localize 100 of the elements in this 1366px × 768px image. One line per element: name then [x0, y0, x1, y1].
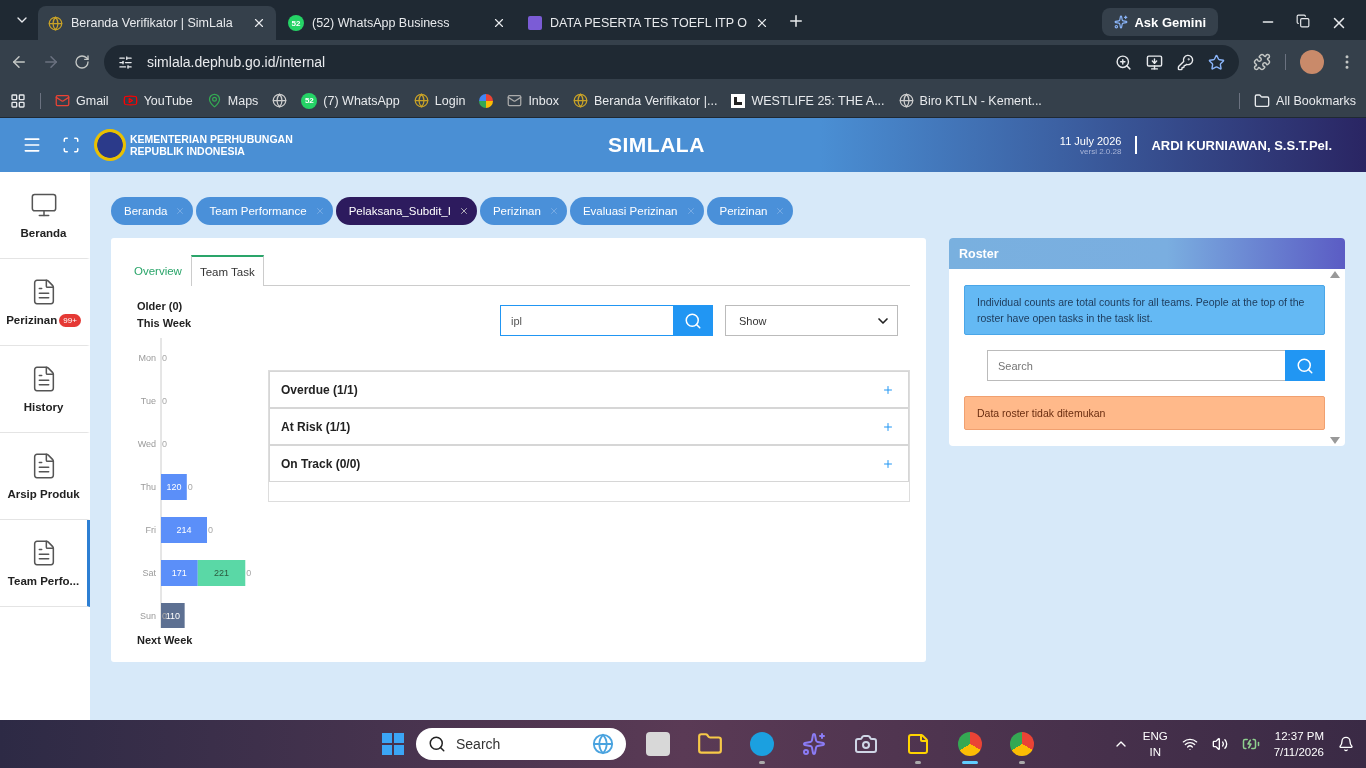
sidebar-item[interactable]: Perizinan 99+ [0, 259, 90, 346]
gemini-button[interactable]: Ask Gemini [1102, 8, 1218, 36]
close-icon[interactable] [492, 16, 506, 30]
bell-icon[interactable] [1338, 736, 1354, 752]
letter-icon [731, 93, 746, 108]
bookmark[interactable]: Gmail [55, 93, 109, 108]
tab-title: DATA PESERTA TES TOEFL ITP O [550, 16, 748, 30]
bookmark-label: Gmail [76, 93, 109, 108]
star-icon[interactable] [1208, 53, 1225, 71]
day-label: Fri [145, 525, 156, 535]
monitor-icon [29, 191, 58, 219]
window-icon [646, 732, 670, 756]
week-label: Next Week [137, 633, 194, 648]
clock-time[interactable]: 12:37 PM [1274, 728, 1324, 744]
sidebar-label: Arsip Produk [7, 488, 80, 500]
speaker-icon[interactable] [1211, 736, 1228, 752]
task-group-header[interactable]: At Risk (1/1) [269, 408, 909, 445]
bookmark[interactable]: YouTube [122, 93, 193, 108]
globe-icon [592, 733, 614, 755]
sidebar-item[interactable]: Arsip Produk [0, 433, 90, 520]
url-text: simlala.dephub.go.id/internal [147, 54, 327, 70]
show-select[interactable]: Show [725, 305, 898, 336]
site-settings-icon[interactable] [118, 54, 133, 70]
card-tab[interactable]: Team Task [190, 255, 264, 286]
mail-icon [55, 93, 70, 108]
region-text[interactable]: IN [1149, 744, 1161, 760]
browser-icon [958, 732, 982, 756]
bookmark-label: Login [434, 93, 466, 108]
back-icon[interactable] [10, 53, 28, 71]
bar [161, 517, 207, 543]
sidebar-item[interactable]: Beranda [0, 172, 90, 259]
sidebar-item[interactable]: Team Perfo... [0, 520, 90, 607]
group-title: At Risk (1/1) [281, 419, 351, 434]
restore-icon[interactable] [1296, 14, 1310, 28]
taskbar-search[interactable]: Search [416, 728, 626, 760]
org-country: REPUBLIK INDONESIA [130, 145, 246, 157]
install-icon[interactable] [1146, 53, 1163, 71]
bookmark-label: YouTube [143, 93, 193, 108]
search-field[interactable]: ipl [500, 305, 673, 336]
apps-icon[interactable] [10, 92, 26, 109]
emblem-logo [94, 129, 126, 161]
tab-title: (52) WhatsApp Business [312, 16, 451, 30]
fullscreen-icon[interactable] [62, 136, 80, 154]
browser-icon [1010, 732, 1034, 756]
value-label: 0 [162, 439, 167, 449]
scroll-up-icon[interactable] [1330, 271, 1340, 278]
page-tab[interactable]: Pelaksana_Subdit_I [335, 197, 477, 225]
bar [161, 603, 185, 628]
clock-date[interactable]: 7/11/2026 [1273, 744, 1324, 760]
browser-tab[interactable]: Beranda Verifikator | SimLala [38, 6, 276, 40]
close-icon[interactable] [458, 206, 469, 216]
menu-icon[interactable] [22, 135, 42, 155]
sidebar-label: Perizinan [6, 314, 58, 326]
day-label: Sat [142, 568, 156, 578]
bookmark-label: All Bookmarks [1276, 93, 1356, 108]
empty-alert: Data roster tidak ditemukan [964, 396, 1325, 430]
count-badge: 99+ [59, 313, 81, 327]
sheet-icon [528, 16, 542, 30]
value-label: 110 [165, 611, 180, 621]
task-group-header[interactable]: On Track (0/0) [269, 445, 909, 482]
search-button[interactable] [1285, 350, 1325, 381]
search-input[interactable]: Search [454, 735, 584, 753]
extensions-icon[interactable] [1253, 53, 1271, 71]
address-bar[interactable]: simlala.dephub.go.id/internal [104, 45, 1239, 79]
task-group-header[interactable]: Overdue (1/1) [269, 371, 909, 408]
bookmark[interactable]: Maps [206, 93, 259, 108]
bookmark-label: Maps [227, 93, 259, 108]
key-icon[interactable] [1177, 53, 1194, 71]
folder-icon [1254, 92, 1271, 109]
week-label: This Week [137, 316, 193, 331]
start-icon[interactable] [382, 733, 404, 755]
search-icon [684, 311, 702, 330]
zoom-icon[interactable] [1115, 53, 1132, 71]
search-button[interactable] [673, 305, 713, 336]
value-label: 0 [162, 611, 167, 621]
close-icon[interactable] [252, 16, 266, 30]
language-text[interactable]: ENG [1142, 728, 1168, 744]
day-label: Wed [137, 439, 156, 449]
value-label: 171 [171, 568, 187, 578]
globe-icon [898, 93, 914, 108]
sidebar-item[interactable]: History [0, 346, 90, 433]
user-name[interactable]: ARDI KURNIAWAN, S.S.T.Pel. [1151, 137, 1332, 153]
bookmark[interactable] [272, 93, 288, 108]
browser-tab[interactable]: 52 (52) WhatsApp Business [278, 6, 516, 40]
bookmark[interactable]: 52 (7) WhatsApp [301, 92, 400, 109]
day-label: Mon [138, 353, 156, 363]
bookmark[interactable] [479, 93, 494, 108]
search-icon [428, 735, 446, 753]
group-title: Overdue (1/1) [281, 382, 358, 397]
bookmark[interactable]: Inbox [507, 93, 559, 108]
all-bookmarks[interactable]: All Bookmarks [1239, 92, 1356, 109]
avatar[interactable] [1300, 50, 1324, 74]
scroll-down-icon[interactable] [1330, 437, 1340, 444]
sparkle-icon [802, 732, 826, 756]
search-field[interactable]: Search [987, 350, 1285, 381]
reload-icon[interactable] [74, 54, 90, 70]
bookmark[interactable]: Login [413, 93, 466, 108]
value-label: 120 [166, 482, 182, 492]
wifi-icon[interactable] [1181, 736, 1198, 752]
browser-tab[interactable]: DATA PESERTA TES TOEFL ITP O [518, 6, 780, 40]
